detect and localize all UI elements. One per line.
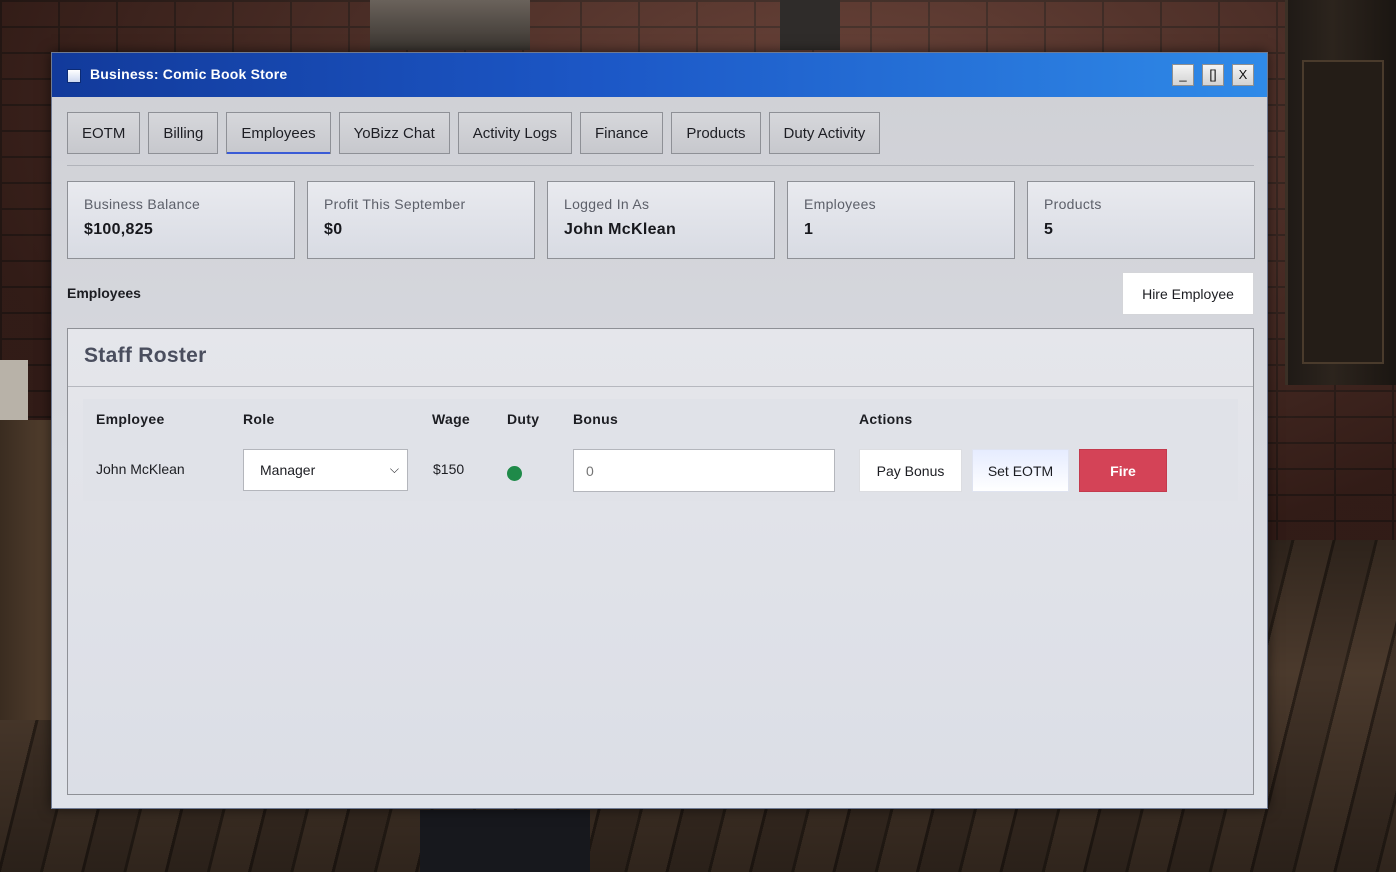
pay-bonus-button[interactable]: Pay Bonus: [859, 449, 962, 492]
column-header-duty: Duty: [507, 411, 540, 427]
stat-products: Products 5: [1027, 181, 1255, 259]
stat-label: Products: [1044, 196, 1102, 212]
status-dot-icon: [507, 466, 522, 481]
stat-profit: Profit This September $0: [307, 181, 535, 259]
tab-bar: EOTM Billing Employees YoBizz Chat Activ…: [67, 112, 881, 154]
minimize-button[interactable]: _: [1172, 64, 1194, 86]
cabinet-door: [1302, 60, 1384, 364]
business-window: Business: Comic Book Store _ [] X EOTM B…: [51, 52, 1268, 809]
hire-employee-button[interactable]: Hire Employee: [1122, 272, 1254, 315]
window-icon: [67, 69, 81, 83]
staff-roster-panel: Staff Roster Employee Role Wage Duty Bon…: [67, 328, 1254, 795]
tab-products[interactable]: Products: [671, 112, 761, 154]
tab-divider: [67, 165, 1254, 166]
stat-value: $100,825: [84, 221, 154, 238]
background-object: [780, 0, 840, 50]
stat-label: Business Balance: [84, 196, 201, 212]
stat-value: John McKlean: [564, 221, 677, 238]
set-eotm-button[interactable]: Set EOTM: [972, 449, 1069, 492]
bonus-input[interactable]: [573, 449, 835, 492]
section-heading: Employees: [67, 285, 141, 301]
tab-yobizz-chat[interactable]: YoBizz Chat: [338, 112, 450, 154]
window-title: Business: Comic Book Store: [90, 66, 288, 82]
employee-wage: $150: [433, 461, 465, 477]
wooden-shelf: [0, 420, 52, 720]
stat-logged-in-as: Logged In As John McKlean: [547, 181, 775, 259]
tab-duty-activity[interactable]: Duty Activity: [768, 112, 881, 154]
maximize-button[interactable]: []: [1202, 64, 1224, 86]
tab-finance[interactable]: Finance: [579, 112, 664, 154]
stat-employees: Employees 1: [787, 181, 1015, 259]
column-header-role: Role: [243, 411, 275, 427]
stat-label: Logged In As: [564, 196, 650, 212]
roster-title: Staff Roster: [84, 344, 207, 367]
tab-activity-logs[interactable]: Activity Logs: [457, 112, 572, 154]
fire-button[interactable]: Fire: [1079, 449, 1167, 492]
tab-employees[interactable]: Employees: [226, 112, 331, 154]
employee-name: John McKlean: [96, 461, 185, 477]
tab-eotm[interactable]: EOTM: [67, 112, 141, 154]
stats-row: Business Balance $100,825 Profit This Se…: [67, 181, 1255, 259]
character-legs: [420, 810, 590, 872]
stacked-boxes: [370, 0, 530, 50]
column-header-employee: Employee: [96, 411, 165, 427]
stat-label: Profit This September: [324, 196, 466, 212]
title-bar[interactable]: Business: Comic Book Store _ [] X: [52, 53, 1267, 97]
shelf-item: [0, 360, 28, 420]
stat-value: 1: [804, 221, 814, 238]
tab-billing[interactable]: Billing: [148, 112, 219, 154]
stat-label: Employees: [804, 196, 876, 212]
stat-value: $0: [324, 221, 343, 238]
chevron-down-icon: ⌵: [389, 462, 399, 476]
roster-divider: [68, 386, 1253, 387]
column-header-wage: Wage: [432, 411, 471, 427]
stat-value: 5: [1044, 221, 1054, 238]
roster-table: Employee Role Wage Duty Bonus Actions Jo…: [83, 399, 1238, 501]
column-header-actions: Actions: [859, 411, 913, 427]
stat-business-balance: Business Balance $100,825: [67, 181, 295, 259]
close-button[interactable]: X: [1232, 64, 1254, 86]
role-select[interactable]: Manager ⌵: [243, 449, 408, 491]
role-selected-value: Manager: [260, 462, 316, 478]
column-header-bonus: Bonus: [573, 411, 619, 427]
